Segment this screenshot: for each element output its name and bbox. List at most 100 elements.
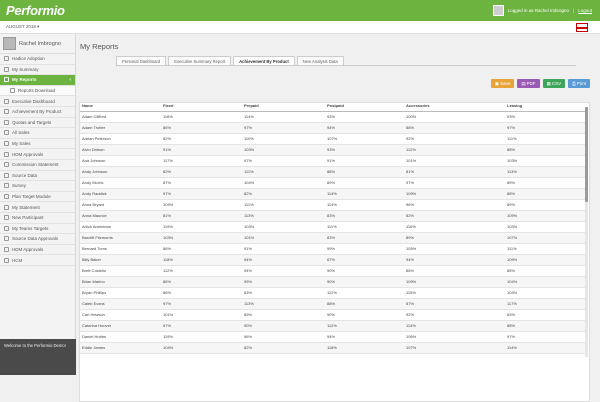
hcm-icon: [4, 257, 9, 263]
print-button[interactable]: ⎙ Print: [568, 79, 590, 88]
achievement-cell: 88%: [325, 298, 404, 310]
tab-achievement-by-product[interactable]: Achievement By Product: [233, 56, 295, 65]
column-header-leasing[interactable]: Leasing: [505, 101, 587, 112]
table-row[interactable]: Daniel Hobbs 119% 96% 94% 106% 97%: [80, 331, 587, 343]
table-row[interactable]: Bernard Toms 86% 91% 99% 105% 111%: [80, 243, 587, 255]
brand-logo[interactable]: Performio: [6, 3, 65, 18]
participant-name-cell: Alvin Dotson: [80, 144, 161, 156]
sidebar-item-hdm-approvals[interactable]: HDM Approvals: [0, 149, 75, 160]
column-header-fixed[interactable]: Fixed: [161, 101, 242, 112]
sidebar-item-survey[interactable]: Survey: [0, 181, 75, 192]
table-row[interactable]: Ana Johnson 117% 97% 91% 101% 103%: [80, 155, 587, 167]
achievement-cell: 97%: [242, 122, 325, 134]
sidebar-item-hadice-adoption[interactable]: Hadice Adoption: [0, 54, 75, 65]
sidebar-item-quotas-targets[interactable]: Quotas and Targets: [0, 118, 75, 129]
table-row[interactable]: Billy Baker 118% 94% 87% 94% 109%: [80, 254, 587, 266]
flag-icon[interactable]: [576, 23, 588, 32]
table-row[interactable]: Carl Hewson 101% 89% 90% 92% 83%: [80, 309, 587, 321]
scrollbar-thumb[interactable]: [585, 107, 588, 202]
tab-executive-summary-report[interactable]: Executive Summary Report: [168, 56, 232, 65]
table-row[interactable]: Anna Maurice 81% 113% 83% 82% 109%: [80, 210, 587, 222]
sidebar-item-my-statement[interactable]: My Statement: [0, 202, 75, 213]
sidebar-profile[interactable]: Rachel Imbrogno: [0, 34, 75, 54]
table-row[interactable]: Andy Johnson 82% 111% 88% 81% 113%: [80, 166, 587, 178]
table-row[interactable]: Adam Clifford 116% 114% 93% 100% 93%: [80, 111, 587, 123]
sidebar-item-label: HCM: [12, 257, 23, 263]
sidebar-item-all-sales[interactable]: All Sales: [0, 128, 75, 139]
sidebar-item-achievement-by-product[interactable]: Achievement By Product: [0, 107, 75, 118]
achievement-cell: 104%: [242, 177, 325, 189]
column-header-prepaid[interactable]: Prepaid: [242, 101, 325, 112]
sidebar-item-source-data-approvals[interactable]: Source Data Approvals: [0, 234, 75, 245]
pdf-button[interactable]: ▤ PDF: [517, 79, 540, 88]
sidebar-item-new-participant[interactable]: New Participant: [0, 213, 75, 224]
achievement-cell: 82%: [161, 133, 242, 145]
save-button[interactable]: ▣ Save: [490, 79, 515, 88]
achievement-cell: 117%: [505, 298, 587, 310]
logout-link[interactable]: Logout: [578, 8, 592, 13]
achievement-cell: 94%: [242, 265, 325, 277]
achievement-cell: 114%: [505, 342, 587, 354]
summary-icon: [4, 66, 9, 72]
achievement-cell: 106%: [404, 331, 505, 343]
table-row[interactable]: Arlich Armintrow 119% 103% 111% 116% 103%: [80, 221, 587, 233]
sidebar-item-commission-statement[interactable]: Commission Statement: [0, 160, 75, 171]
sidebar-item-my-sales[interactable]: My Sales: [0, 139, 75, 150]
table-row[interactable]: Anna Bryant 109% 111% 114% 96% 89%: [80, 199, 587, 211]
achievement-cell: 119%: [161, 331, 242, 343]
table-row[interactable]: Bryan Phillips 86% 83% 112% 115% 103%: [80, 287, 587, 299]
pdf-label: PDF: [526, 81, 536, 86]
column-header-accessories[interactable]: Accessories: [404, 101, 505, 112]
table-row[interactable]: Brian Marino 86% 99% 90% 109% 104%: [80, 276, 587, 288]
sidebar-item-label: New Participant: [12, 215, 44, 221]
csv-button[interactable]: ▦ CSV: [542, 79, 566, 88]
achievement-cell: 114%: [325, 188, 404, 200]
period-selector[interactable]: AUGUST 2018 ▾: [6, 24, 39, 30]
participant-name-cell: Anna Maurice: [80, 210, 161, 222]
sidebar-item-my-teams-targets[interactable]: My Teams Targets: [0, 224, 75, 235]
reports-icon: [4, 77, 9, 83]
table-row[interactable]: Eddie James 104% 82% 118% 107% 114%: [80, 342, 587, 354]
database-icon: [4, 172, 9, 178]
avatar[interactable]: [492, 5, 504, 16]
sidebar-item-my-reports[interactable]: My Reports ‹: [0, 75, 75, 86]
achievement-cell: 88%: [505, 188, 587, 200]
sidebar-item-hcm[interactable]: HCM: [0, 255, 75, 266]
tab-new-analysis-data[interactable]: New Analysis Data: [296, 56, 344, 65]
achievement-cell: 88%: [505, 320, 587, 332]
achievement-cell: 93%: [325, 144, 404, 156]
table-row[interactable]: Catarina Hoover 97% 90% 112% 114% 88%: [80, 320, 587, 332]
sidebar-item-hdm-approvals-2[interactable]: HDM Approvals: [0, 245, 75, 256]
table-row[interactable]: Andy Morris 87% 104% 89% 97% 89%: [80, 177, 587, 189]
sidebar-item-my-summary[interactable]: My Summary: [0, 65, 75, 76]
table-row[interactable]: Adrian Peterson 82% 110% 107% 92% 111%: [80, 133, 587, 145]
sidebar-item-reports-download[interactable]: Reports Download: [0, 85, 75, 97]
achievement-cell: 109%: [404, 188, 505, 200]
table-row[interactable]: Barclift Fitzmorris 103% 101% 83% 89% 107%: [80, 232, 587, 244]
achievement-cell: 81%: [404, 166, 505, 178]
achievement-cell: 99%: [325, 243, 404, 255]
table-row[interactable]: Adam Trotter 86% 97% 94% 88% 97%: [80, 122, 587, 134]
table-row[interactable]: Brett Costello 112% 94% 90% 88% 85%: [80, 265, 587, 277]
table-scrollbar[interactable]: [585, 107, 588, 357]
column-header-postpaid[interactable]: Postpaid: [325, 101, 404, 112]
achievement-cell: 89%: [404, 232, 505, 244]
sidebar-item-label: Quotas and Targets: [12, 119, 52, 125]
sidebar-item-plan-target-module[interactable]: Plan Target Module: [0, 192, 75, 203]
achievement-cell: 91%: [242, 243, 325, 255]
pdf-icon: ▤: [521, 80, 526, 86]
sidebar-item-source-data[interactable]: Source Data: [0, 171, 75, 182]
achievement-cell: 113%: [242, 210, 325, 222]
table-row[interactable]: Alvin Dotson 91% 103% 93% 112% 88%: [80, 144, 587, 156]
achievement-cell: 88%: [404, 265, 505, 277]
participant-name-cell: Brian Marino: [80, 276, 161, 288]
achievement-cell: 101%: [404, 155, 505, 167]
table-row[interactable]: Caleb Evans 97% 113% 88% 87% 117%: [80, 298, 587, 310]
sidebar-item-executive-dashboard[interactable]: Executive Dashboard: [0, 96, 75, 107]
column-header-name[interactable]: Name: [80, 101, 161, 112]
adoption-icon: [4, 56, 9, 62]
user-add-icon: [4, 215, 9, 221]
table-row[interactable]: Andy Raddick 97% 82% 114% 109% 88%: [80, 188, 587, 200]
achievement-cell: 111%: [325, 221, 404, 233]
tab-personal-dashboard[interactable]: Personal Dashboard: [116, 56, 167, 65]
